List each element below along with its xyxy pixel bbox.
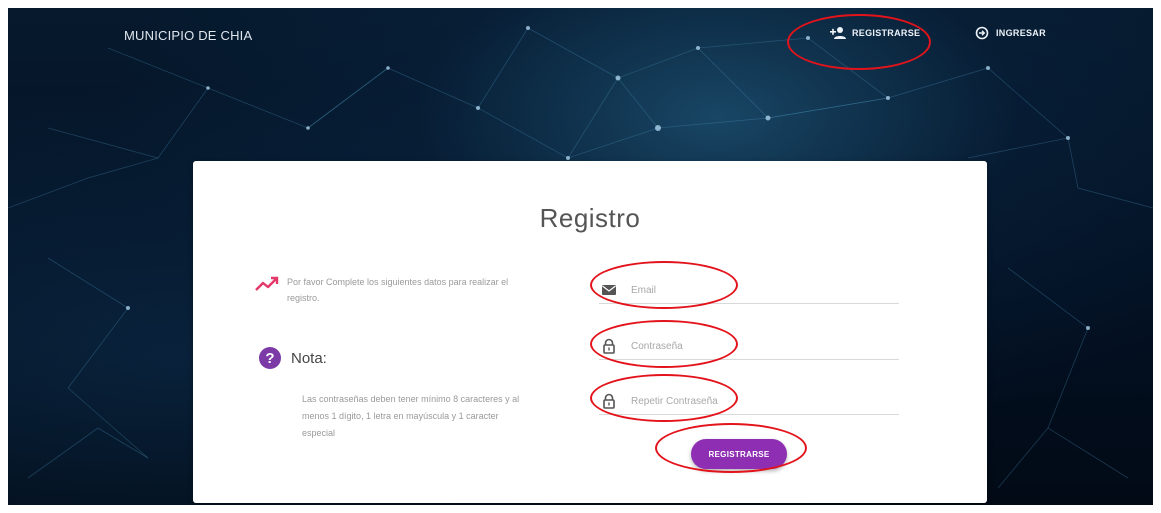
nota-text: Las contraseñas deben tener mínimo 8 car…	[302, 394, 520, 438]
lock-icon	[603, 393, 615, 409]
lock-icon	[603, 338, 615, 354]
nav-login-link[interactable]: INGRESAR	[974, 26, 1046, 40]
nota-label: Nota:	[291, 349, 327, 367]
nota-heading: ? Nota:	[259, 347, 327, 369]
info-text: Por favor Complete los siguientes datos …	[287, 277, 509, 303]
repeat-password-input[interactable]	[631, 395, 881, 407]
email-input[interactable]	[631, 284, 881, 296]
login-icon	[975, 26, 989, 40]
submit-register-button[interactable]: REGISTRARSE	[691, 439, 787, 469]
brand-title: MUNICIPIO DE CHIA	[124, 28, 253, 43]
person-add-icon	[830, 27, 846, 39]
repeat-password-field	[599, 388, 899, 415]
info-row: Por favor Complete los siguientes datos …	[255, 274, 555, 306]
nav-login-label: INGRESAR	[996, 28, 1046, 38]
password-input[interactable]	[631, 340, 881, 352]
envelope-icon	[602, 285, 616, 295]
email-field	[599, 277, 899, 304]
nav-register-label: REGISTRARSE	[852, 28, 921, 38]
background-network: MUNICIPIO DE CHIA REGISTRARSE INGRESAR R…	[8, 8, 1153, 505]
page-title: Registro	[539, 203, 641, 233]
trending-up-icon	[255, 276, 279, 291]
registration-card: Registro Por favor Complete los siguient…	[193, 161, 987, 503]
help-circle-icon: ?	[259, 347, 281, 369]
password-field	[599, 333, 899, 360]
nav-register-link[interactable]: REGISTRARSE	[830, 26, 920, 40]
